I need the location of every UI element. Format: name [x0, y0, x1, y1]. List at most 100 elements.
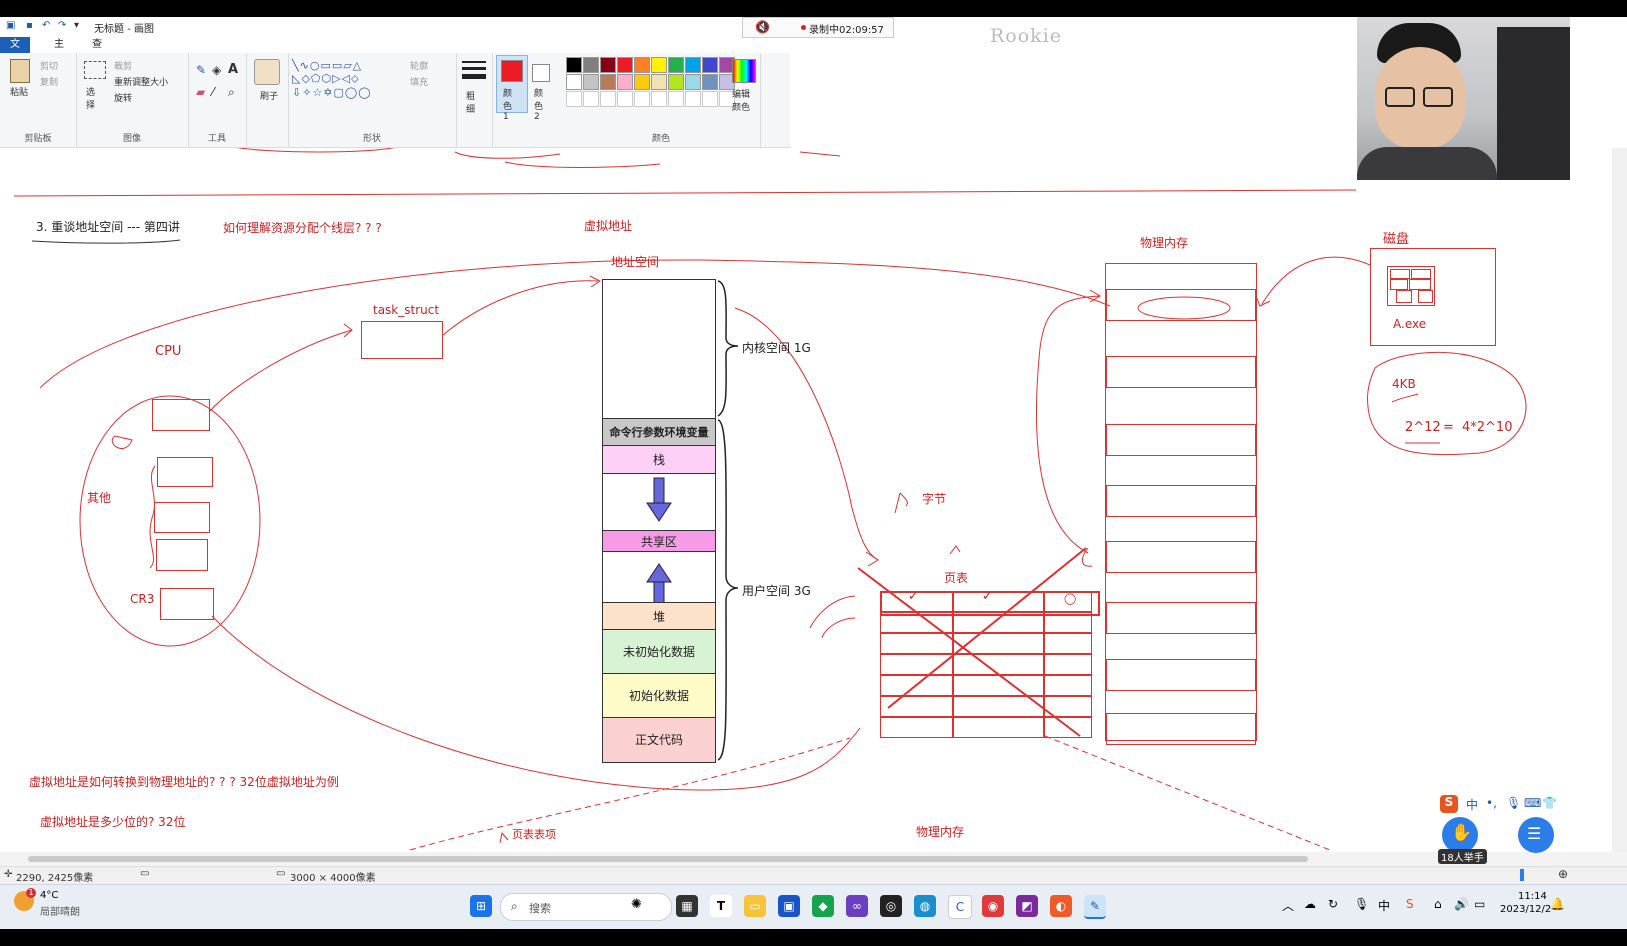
color-swatch[interactable]	[685, 57, 701, 73]
custom-color-swatch[interactable]	[617, 91, 633, 107]
color-swatch[interactable]	[634, 74, 650, 90]
app-orange-icon[interactable]: ◐	[1050, 895, 1072, 917]
custom-color-swatch[interactable]	[634, 91, 650, 107]
app-c-icon[interactable]: C	[948, 895, 972, 919]
color-swatch[interactable]	[702, 74, 718, 90]
fill-bucket-icon[interactable]: ◈	[212, 63, 221, 77]
save-icon[interactable]: ▪	[26, 20, 33, 31]
custom-color-swatch[interactable]	[600, 91, 616, 107]
chat-button[interactable]: ☰	[1518, 817, 1554, 853]
paste-button[interactable]: 粘贴	[10, 85, 28, 98]
paint-taskbar-icon[interactable]: ✎	[1084, 895, 1106, 919]
select-button[interactable]: 选择	[86, 85, 98, 111]
file-explorer-icon[interactable]: ▭	[744, 895, 766, 917]
color-swatch[interactable]	[668, 57, 684, 73]
ime-mic-icon[interactable]: 🎙	[1506, 796, 1521, 810]
pencil-icon[interactable]: ✎	[196, 63, 206, 77]
custom-color-swatch[interactable]	[566, 91, 582, 107]
color-swatch[interactable]	[566, 74, 582, 90]
app-purple-icon[interactable]: ◩	[1016, 895, 1038, 917]
scroll-thumb[interactable]	[28, 856, 1308, 862]
app-dark-icon[interactable]: ◎	[880, 895, 902, 917]
clock-time[interactable]: 11:14	[1518, 891, 1547, 902]
magnifier-icon[interactable]: ⌕	[228, 85, 235, 100]
tray-chevron-icon[interactable]: ︿	[1282, 897, 1294, 914]
ime-skin-icon[interactable]: 👕	[1542, 796, 1557, 810]
store-icon[interactable]: ▣	[778, 895, 800, 917]
color-picker-icon[interactable]: ⁄	[212, 85, 214, 99]
select-icon[interactable]	[84, 61, 106, 79]
size-button[interactable]: 粗细	[466, 89, 478, 115]
brush-button[interactable]: 刷子	[260, 89, 278, 102]
tab-view[interactable]: 查看	[82, 37, 112, 66]
color-swatch[interactable]	[668, 74, 684, 90]
text-tool-icon[interactable]: A	[228, 62, 238, 77]
eraser-icon[interactable]: ▰	[196, 85, 205, 99]
color-swatch[interactable]	[583, 74, 599, 90]
shapes-gallery[interactable]: ╲∿○▭▭▱△ ◺◇⬠⬡▷◁⬦ ⇩✧☆✡▢◯◯	[292, 59, 372, 99]
taskbar-search-box[interactable]: ⌕ 搜索 ✺	[500, 893, 672, 921]
app-green-icon[interactable]: ◆	[812, 895, 834, 917]
sogou-tray-icon[interactable]: S	[1406, 897, 1414, 911]
color-swatch[interactable]	[600, 57, 616, 73]
onedrive-icon[interactable]: ☁	[1304, 897, 1316, 911]
start-button[interactable]: ⊞	[470, 895, 492, 917]
visual-studio-icon[interactable]: ∞	[846, 895, 868, 917]
color-swatch[interactable]	[583, 57, 599, 73]
color-swatch[interactable]	[651, 57, 667, 73]
netease-music-icon[interactable]: ◉	[982, 895, 1004, 917]
sogou-icon[interactable]: S	[1440, 795, 1458, 813]
edit-colors-icon[interactable]	[732, 59, 756, 83]
undo-icon[interactable]: ↶	[42, 20, 50, 31]
sync-icon[interactable]: ↻	[1328, 897, 1338, 911]
custom-color-swatch[interactable]	[685, 91, 701, 107]
network-icon[interactable]: ⌂	[1434, 897, 1442, 911]
fill-button[interactable]: 填充	[410, 75, 428, 88]
zoom-slider-thumb[interactable]	[1520, 869, 1524, 881]
browser-globe-icon[interactable]: ◍	[914, 895, 936, 917]
ime-mode[interactable]: 中	[1466, 796, 1478, 813]
resize-button[interactable]: 重新调整大小	[114, 75, 168, 88]
battery-icon[interactable]: ▭	[1474, 897, 1485, 911]
color-swatch[interactable]	[685, 74, 701, 90]
redo-icon[interactable]: ↷	[58, 20, 66, 31]
ime-punct-icon[interactable]: •,	[1486, 796, 1497, 810]
outline-button[interactable]: 轮廓	[410, 59, 428, 72]
color-swatch[interactable]	[634, 57, 650, 73]
mic-icon[interactable]: 🎙	[1354, 897, 1369, 911]
horizontal-scrollbar[interactable]	[0, 852, 1627, 866]
brush-icon[interactable]	[254, 59, 280, 85]
drawing-canvas[interactable]: 命令行参数环境变量 栈 共享区 堆 未初始化数据 初始化数据 正文代码 ✓ ✓ …	[0, 148, 1613, 852]
custom-color-swatch[interactable]	[583, 91, 599, 107]
clock-date[interactable]: 2023/12/2	[1500, 904, 1551, 915]
speaker-muted-icon[interactable]: 🔇	[755, 20, 770, 34]
typora-icon[interactable]: T	[710, 895, 732, 917]
edit-colors-button[interactable]: 编辑颜色	[732, 87, 752, 113]
custom-color-swatch[interactable]	[651, 91, 667, 107]
custom-color-swatch[interactable]	[702, 91, 718, 107]
ime-tray-icon[interactable]: 中	[1378, 897, 1390, 914]
notification-bell-icon[interactable]: 🔔	[1550, 897, 1565, 911]
vertical-scrollbar[interactable]	[1612, 148, 1627, 852]
copy-button[interactable]: 复制	[40, 75, 58, 88]
volume-icon[interactable]: 🔊	[1454, 897, 1469, 911]
zoom-in-icon[interactable]: ⊕	[1558, 867, 1568, 881]
color-swatch[interactable]	[702, 57, 718, 73]
tab-home[interactable]: 主页	[44, 37, 74, 66]
quick-access-menu-icon[interactable]: ▾	[74, 20, 79, 31]
custom-color-swatch[interactable]	[668, 91, 684, 107]
rotate-button[interactable]: 旋转	[114, 91, 132, 104]
paste-icon[interactable]	[10, 59, 30, 83]
task-view-icon[interactable]: ▦	[676, 895, 698, 917]
color-swatch[interactable]	[600, 74, 616, 90]
ime-keyboard-icon[interactable]: ⌨	[1524, 796, 1541, 810]
color-swatch[interactable]	[617, 74, 633, 90]
color-swatch[interactable]	[566, 57, 582, 73]
raise-hand-button[interactable]: ✋	[1442, 817, 1478, 853]
cut-button[interactable]: 剪切	[40, 59, 58, 72]
color-swatch[interactable]	[651, 74, 667, 90]
tab-file[interactable]: 文件	[0, 37, 30, 66]
color2-swatch[interactable]	[532, 64, 550, 82]
crop-button[interactable]: 裁剪	[114, 59, 132, 72]
color-swatch[interactable]	[617, 57, 633, 73]
